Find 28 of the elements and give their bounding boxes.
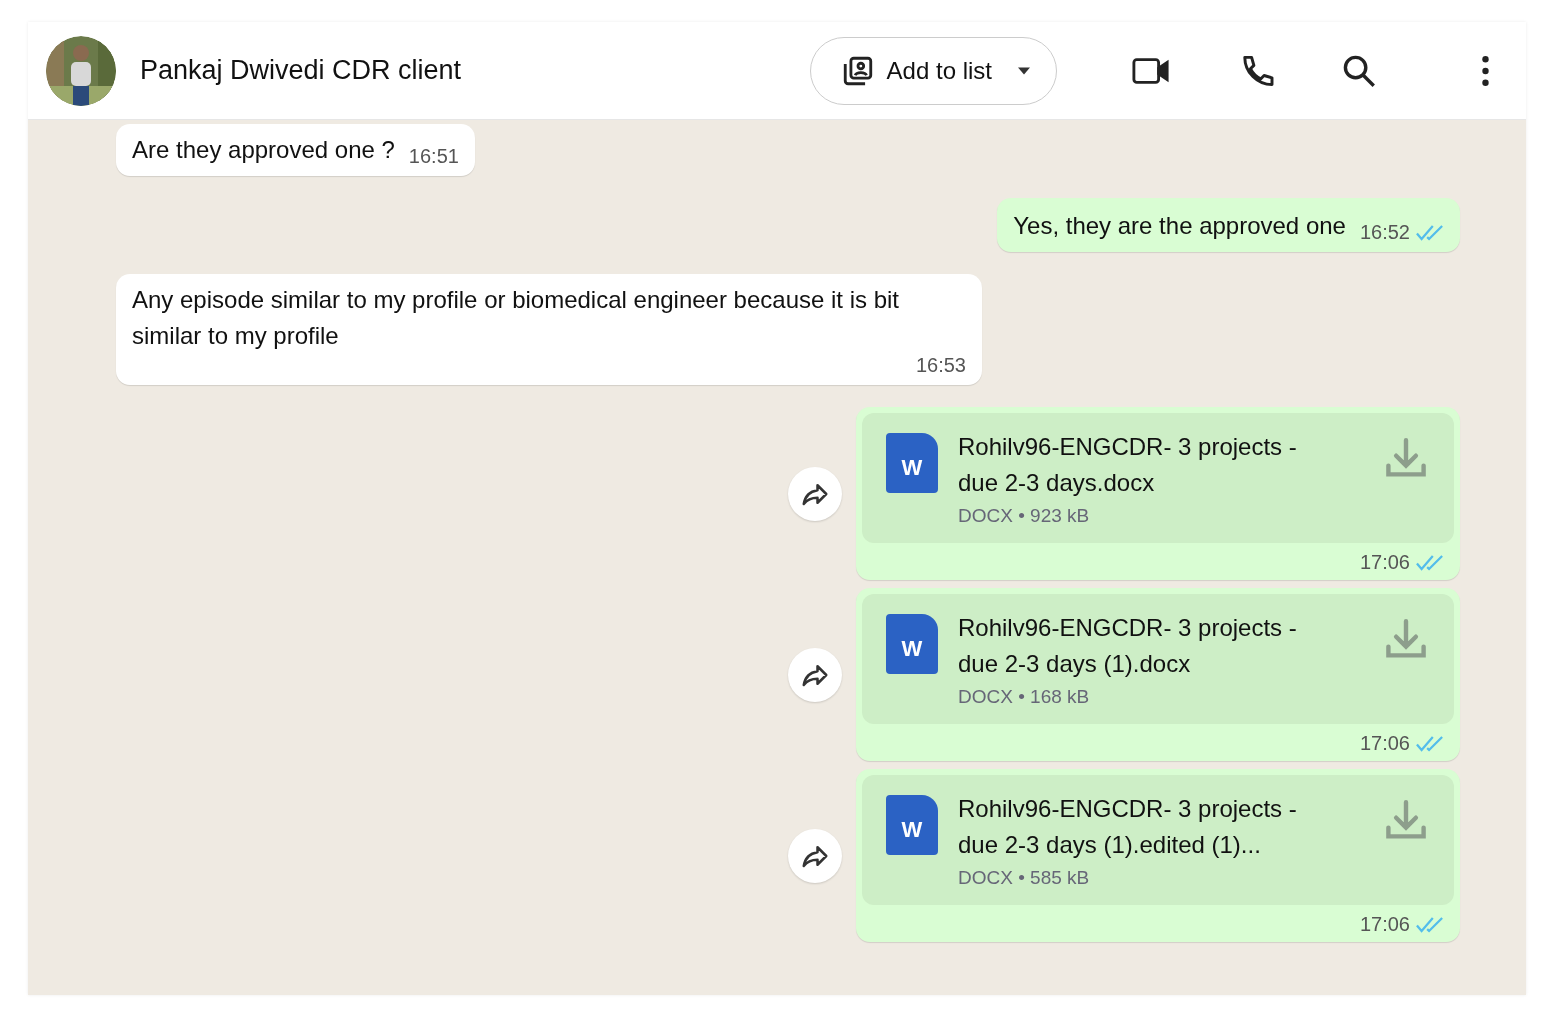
message-time: 16:51 (408, 145, 459, 168)
message-time: 16:53 (915, 354, 966, 377)
file-info: DOCX • 585 kB (958, 867, 1091, 889)
message-time: 17:06 (1359, 551, 1410, 574)
file-name: Rohilv96-ENGCDR- 3 projects - due 2-3 days (1).docx (958, 613, 1298, 679)
document-card[interactable]: W Rohilv96-ENGCDR- 3 projects - due 2-3 days.docx DOCX • 923 kB (862, 413, 1454, 543)
forward-button[interactable] (788, 466, 842, 521)
forward-button[interactable] (788, 647, 842, 702)
contact-name: Pankaj Dwivedi CDR client (140, 55, 462, 86)
caret-icon (1018, 66, 1030, 75)
message-time: 17:06 (1359, 913, 1410, 936)
message-text: Are they approved one ? (132, 135, 395, 165)
file-info: DOCX • 168 kB (958, 686, 1091, 708)
forward-button[interactable] (788, 828, 842, 883)
file-info: DOCX • 923 kB (958, 505, 1091, 527)
document-card[interactable]: W Rohilv96-ENGCDR- 3 projects - due 2-3 days (1).edited (1)... DOCX • 585 kB (862, 775, 1454, 905)
file-name: Rohilv96-ENGCDR- 3 projects - due 2-3 days (1).edited (1)... (958, 794, 1298, 860)
word-file-icon: W (886, 614, 938, 674)
message-text: Yes, they are the approved one (1013, 211, 1346, 241)
file-name: Rohilv96-ENGCDR- 3 projects - due 2-3 days.docx (958, 432, 1298, 498)
word-file-icon: W (886, 433, 938, 493)
word-file-icon: W (886, 795, 938, 855)
message-text: Any episode similar to my profile or biomedical engineer because it is bit similar to my profile (132, 285, 901, 351)
add-to-list-button[interactable]: Add to list (809, 36, 1057, 105)
more-options-icon[interactable] (1481, 54, 1490, 87)
message-time: 17:06 (1359, 732, 1410, 755)
document-card[interactable]: W Rohilv96-ENGCDR- 3 projects - due 2-3 days (1).docx DOCX • 168 kB (862, 594, 1454, 724)
message-time: 16:52 (1359, 221, 1410, 244)
